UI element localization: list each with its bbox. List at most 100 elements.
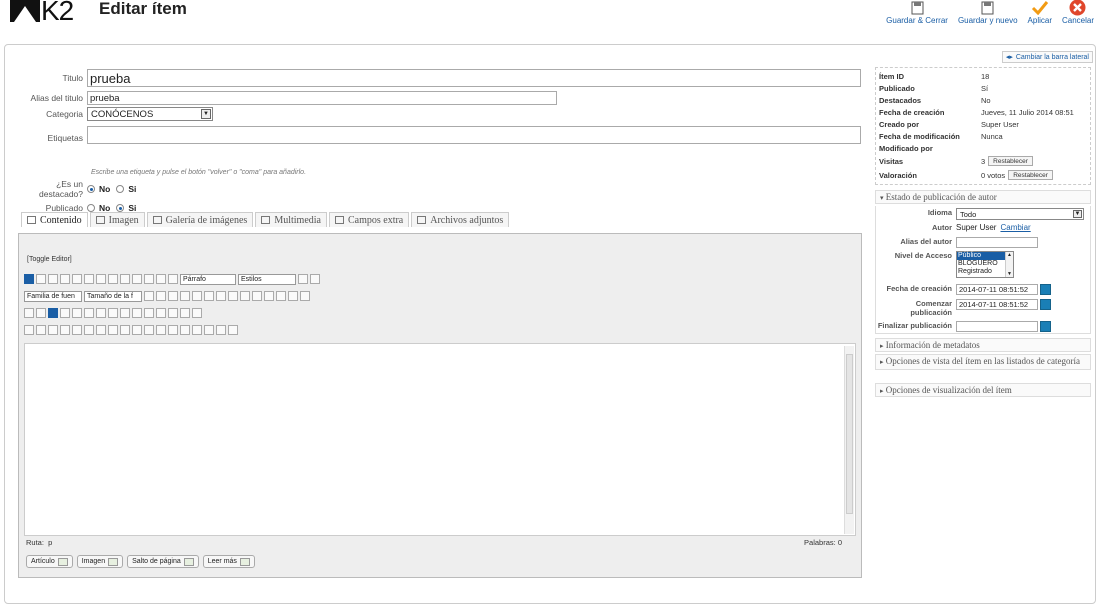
table-col-icon[interactable] <box>144 308 154 318</box>
link-icon[interactable] <box>168 325 178 335</box>
category-view-section-header[interactable]: ▸ Opciones de vista del ítem en las list… <box>875 354 1091 370</box>
change-author-link[interactable]: Cambiar <box>1000 223 1030 232</box>
indent-icon[interactable] <box>216 291 226 301</box>
unlink-icon[interactable] <box>180 325 190 335</box>
item-view-section-header[interactable]: ▸ Opciones de visualización del ítem <box>875 383 1091 397</box>
undo-icon[interactable] <box>48 274 58 284</box>
paste-icon[interactable] <box>192 291 202 301</box>
horizontal-rule-icon[interactable] <box>300 291 310 301</box>
media-icon[interactable] <box>216 325 226 335</box>
ltr-icon[interactable] <box>24 308 34 318</box>
tab-attachments[interactable]: Archivos adjuntos <box>411 212 510 227</box>
format-select[interactable]: Párrafo <box>180 273 236 285</box>
tags-input[interactable] <box>87 126 861 144</box>
superscript-icon[interactable] <box>276 291 286 301</box>
copy-icon[interactable] <box>180 291 190 301</box>
visual-aid-icon[interactable] <box>24 325 34 335</box>
calendar-icon[interactable] <box>1040 299 1051 310</box>
tab-extra-fields[interactable]: Campos extra <box>328 212 410 227</box>
table-split-icon[interactable] <box>168 308 178 318</box>
redo-icon[interactable] <box>60 274 70 284</box>
replace-icon[interactable] <box>108 308 118 318</box>
special-char-icon[interactable] <box>288 291 298 301</box>
font-family-select[interactable]: Familia de fuen <box>24 290 82 302</box>
fullscreen-icon[interactable] <box>48 308 58 318</box>
new-doc-icon[interactable] <box>36 274 46 284</box>
attribs-icon[interactable] <box>144 325 154 335</box>
align-right-icon[interactable] <box>144 274 154 284</box>
paste-text-icon[interactable] <box>204 291 214 301</box>
table-merge-icon[interactable] <box>156 308 166 318</box>
category-select[interactable]: CONÓCENOS ▼ <box>87 107 213 121</box>
title-input[interactable]: prueba <box>87 69 861 87</box>
insert-text-icon[interactable] <box>132 325 142 335</box>
align-center-icon[interactable] <box>132 274 142 284</box>
table-row-icon[interactable] <box>132 308 142 318</box>
cancel-button[interactable]: Cancelar <box>1062 0 1094 25</box>
text-color-icon[interactable] <box>144 291 154 301</box>
reset-rating-button[interactable]: Restablecer <box>1008 170 1053 180</box>
save-new-button[interactable]: Guardar y nuevo <box>958 0 1018 25</box>
toggle-sidebar-button[interactable]: ◂▸ Cambiar la barra lateral <box>1001 51 1093 63</box>
calendar-icon[interactable] <box>1040 284 1051 295</box>
language-select[interactable]: Todo ▼ <box>956 208 1084 220</box>
eraser-icon[interactable] <box>298 274 308 284</box>
apply-button[interactable]: Aplicar <box>1028 0 1052 25</box>
cleanup-icon[interactable] <box>204 325 214 335</box>
source-icon[interactable] <box>72 308 82 318</box>
scrollbar-thumb[interactable] <box>846 354 853 514</box>
clean-icon[interactable] <box>310 274 320 284</box>
alias-input[interactable]: prueba <box>87 91 557 105</box>
article-button[interactable]: Artículo <box>26 555 73 568</box>
publish-down-input[interactable] <box>956 321 1038 332</box>
insert-image-icon[interactable] <box>192 325 202 335</box>
access-level-listbox[interactable]: Público BLOGUERO Registrado ▲ ▼ <box>956 251 1014 278</box>
featured-no-radio[interactable]: No <box>87 184 110 194</box>
rtl-icon[interactable] <box>36 308 46 318</box>
table-icon[interactable] <box>120 308 130 318</box>
table-cell-icon[interactable] <box>192 308 202 318</box>
table-delete-icon[interactable] <box>180 308 190 318</box>
toggle-editor-link[interactable]: [Toggle Editor] <box>27 256 72 263</box>
align-justify-icon[interactable] <box>156 274 166 284</box>
highlight-icon[interactable] <box>156 291 166 301</box>
tab-content[interactable]: Contenido <box>21 212 88 227</box>
unordered-list-icon[interactable] <box>252 291 262 301</box>
paragraph-icon[interactable] <box>36 325 46 335</box>
help-icon[interactable] <box>24 274 34 284</box>
publish-section-header[interactable]: ▾ Estado de publicación de autor <box>875 190 1091 204</box>
spellcheck-icon[interactable] <box>72 325 82 335</box>
publish-up-input[interactable]: 2014-07-11 08:51:52 <box>956 299 1038 310</box>
tab-gallery[interactable]: Galería de imágenes <box>146 212 254 227</box>
blockquote-icon[interactable] <box>168 274 178 284</box>
tab-image[interactable]: Imagen <box>89 212 145 227</box>
subscript-icon[interactable] <box>264 291 274 301</box>
layer-icon[interactable] <box>60 325 70 335</box>
page-break-button[interactable]: Salto de página <box>127 555 199 568</box>
quote-icon[interactable] <box>84 325 94 335</box>
align-left-icon[interactable] <box>120 274 130 284</box>
italic-icon[interactable] <box>84 274 94 284</box>
acronym-icon[interactable] <box>108 325 118 335</box>
tab-multimedia[interactable]: Multimedia <box>255 212 327 227</box>
calendar-icon[interactable] <box>1040 321 1051 332</box>
font-size-select[interactable]: Tamaño de la f <box>84 290 142 302</box>
save-close-button[interactable]: Guardar & Cerrar <box>886 0 948 25</box>
cut-icon[interactable] <box>168 291 178 301</box>
outdent-icon[interactable] <box>228 291 238 301</box>
print-icon[interactable] <box>84 308 94 318</box>
styles-select[interactable]: Estilos <box>238 273 296 285</box>
created-date-input[interactable]: 2014-07-11 08:51:52 <box>956 284 1038 295</box>
abbr-icon[interactable] <box>96 325 106 335</box>
image-button[interactable]: Imagen <box>76 555 124 568</box>
strikethrough-icon[interactable] <box>108 274 118 284</box>
featured-yes-radio[interactable]: Si <box>116 184 136 194</box>
template-icon[interactable] <box>48 325 58 335</box>
anchor-icon[interactable] <box>156 325 166 335</box>
editor-scrollbar[interactable] <box>844 346 854 534</box>
reset-hits-button[interactable]: Restablecer <box>988 156 1033 166</box>
bold-icon[interactable] <box>72 274 82 284</box>
delete-text-icon[interactable] <box>120 325 130 335</box>
author-alias-input[interactable] <box>956 237 1038 248</box>
embed-icon[interactable] <box>228 325 238 335</box>
